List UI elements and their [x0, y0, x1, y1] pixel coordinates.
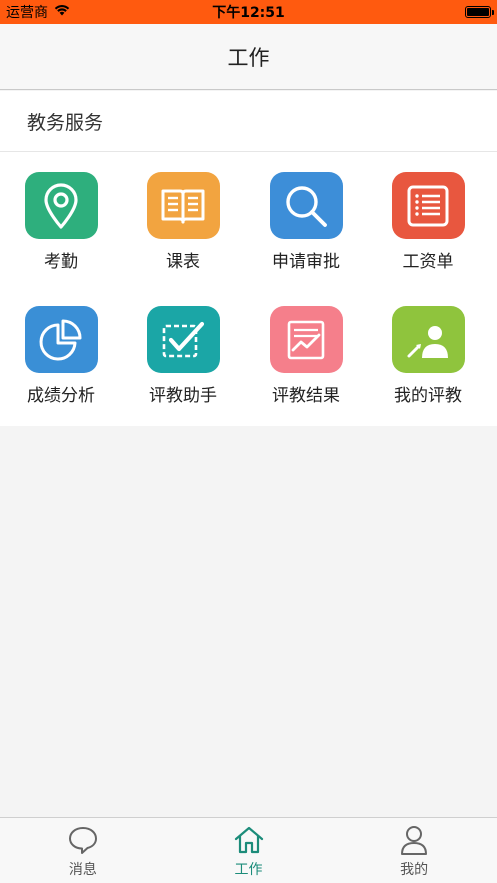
grid-label: 考勤	[44, 252, 78, 272]
grid-label: 评教助手	[149, 386, 217, 406]
list-document-icon	[391, 172, 465, 239]
grid-label: 成绩分析	[27, 386, 95, 406]
grid-label: 课表	[166, 252, 200, 272]
grid-label: 我的评教	[394, 386, 462, 406]
grid-item-grade-analysis[interactable]: 成绩分析	[0, 286, 122, 406]
checkbox-icon	[146, 306, 220, 373]
status-time: 下午12:51	[212, 5, 285, 21]
search-icon	[269, 172, 343, 239]
grid-item-evaluation-assistant[interactable]: 评教助手	[122, 286, 244, 406]
grid-item-attendance[interactable]: 考勤	[0, 152, 122, 272]
chat-bubble-icon	[67, 824, 99, 856]
tab-label: 消息	[68, 862, 97, 878]
grid-item-payslip[interactable]: 工资单	[367, 152, 489, 272]
status-bar: 运营商 下午12:51	[0, 0, 497, 24]
tab-messages[interactable]: 消息	[0, 818, 166, 883]
carrier-label: 运营商	[6, 5, 48, 21]
wifi-icon	[54, 4, 70, 20]
battery-icon	[465, 6, 494, 18]
navigation-bar: 工作	[0, 24, 497, 90]
grid-item-my-evaluation[interactable]: 我的评教	[367, 286, 489, 406]
open-book-icon	[146, 172, 220, 239]
pie-chart-icon	[24, 306, 98, 373]
tab-work[interactable]: 工作	[166, 818, 332, 883]
tab-label: 工作	[234, 862, 263, 878]
status-left: 运营商	[6, 2, 166, 22]
tab-mine[interactable]: 我的	[331, 818, 497, 883]
section-header: 教务服务	[0, 91, 497, 152]
battery-fill	[467, 8, 489, 16]
page-title: 工作	[227, 45, 270, 70]
result-chart-icon	[269, 306, 343, 373]
status-right	[331, 6, 494, 18]
grid-label: 评教结果	[272, 386, 340, 406]
section-title: 教务服务	[27, 111, 104, 134]
location-pin-icon	[24, 172, 98, 239]
grid-label: 申请审批	[272, 252, 340, 272]
tab-label: 我的	[400, 862, 429, 878]
user-icon	[398, 824, 430, 856]
service-grid: 考勤 课表 申请审批 工资单 成绩分析 评教助手 评教结果 我的评教	[0, 152, 497, 426]
grid-item-approval[interactable]: 申请审批	[245, 152, 367, 272]
grid-item-evaluation-results[interactable]: 评教结果	[245, 286, 367, 406]
grid-item-schedule[interactable]: 课表	[122, 152, 244, 272]
tab-bar: 消息 工作 我的	[0, 817, 497, 883]
home-icon	[233, 824, 265, 856]
grid-label: 工资单	[402, 252, 454, 272]
person-search-icon	[391, 306, 465, 373]
